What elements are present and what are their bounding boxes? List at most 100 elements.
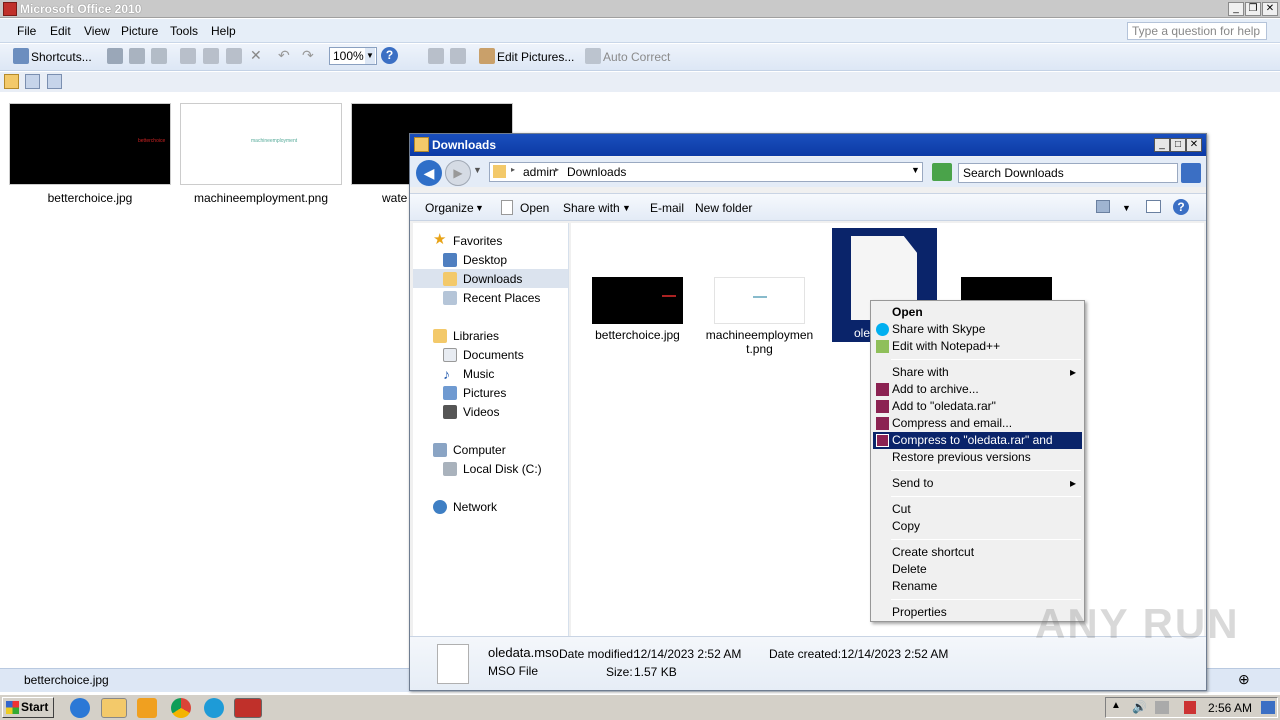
volume-icon[interactable]: 🔊 — [1132, 700, 1147, 714]
media-player-icon[interactable] — [137, 698, 157, 718]
save-icon[interactable] — [107, 48, 123, 64]
rotate-right-icon[interactable] — [450, 48, 466, 64]
ask-question-input[interactable]: Type a question for help — [1127, 22, 1267, 40]
edit-pictures-button[interactable]: Edit Pictures... — [497, 50, 574, 64]
nav-music[interactable]: ♪ Music — [443, 365, 494, 383]
nav-computer[interactable]: Computer — [433, 441, 506, 459]
menu-item-compress-rar-email[interactable]: Compress to "oledata.rar" and email — [873, 432, 1082, 464]
security-tray-icon[interactable] — [1184, 701, 1196, 714]
share-dropdown-icon[interactable]: ▼ — [622, 203, 631, 213]
start-button[interactable]: Start — [2, 697, 54, 718]
clock[interactable]: 2:56 AM — [1208, 701, 1252, 715]
shortcuts-button[interactable]: Shortcuts... — [31, 50, 92, 64]
print-icon[interactable] — [129, 48, 145, 64]
preview-pane-icon[interactable] — [1146, 200, 1161, 213]
organize-button[interactable]: Organize — [425, 201, 474, 215]
menu-file[interactable]: File — [17, 24, 36, 38]
recent-pages-dropdown-icon[interactable]: ▼ — [473, 165, 482, 175]
view-options-icon[interactable] — [1096, 200, 1110, 213]
email-icon[interactable] — [151, 48, 167, 64]
edge-icon[interactable] — [204, 698, 224, 718]
file-thumbnail-betterchoice[interactable] — [592, 277, 683, 324]
zoom-icon[interactable]: ⊕ — [1238, 671, 1250, 688]
email-button[interactable]: E-mail — [650, 201, 684, 215]
filmstrip-view-icon[interactable] — [25, 74, 40, 89]
thumbnail-betterchoice[interactable]: betterchoice — [9, 103, 171, 185]
menu-view[interactable]: View — [84, 24, 110, 38]
ie-icon[interactable] — [70, 698, 90, 718]
menu-item-restore-previous[interactable]: Restore previous versions — [873, 449, 1082, 466]
file-thumbnail-machineemployment[interactable] — [714, 277, 805, 324]
zoom-dropdown-icon[interactable]: ▼ — [365, 48, 375, 64]
menu-tools[interactable]: Tools — [170, 24, 198, 38]
close-button[interactable]: ✕ — [1262, 2, 1278, 16]
explorer-taskbar-icon[interactable] — [101, 698, 127, 718]
share-with-button[interactable]: Share with — [563, 201, 620, 215]
menu-item-compress-email[interactable]: Compress and email... — [873, 415, 1082, 432]
show-desktop-icon[interactable] — [1261, 701, 1275, 714]
menu-item-share-with-skype[interactable]: Share with Skype — [873, 321, 1082, 338]
menu-picture[interactable]: Picture — [121, 24, 158, 38]
help-icon[interactable]: ? — [381, 47, 398, 64]
nav-libraries[interactable]: Libraries — [433, 327, 499, 345]
menu-help[interactable]: Help — [211, 24, 236, 38]
redo-icon[interactable]: ↷ — [302, 47, 314, 64]
help-icon[interactable]: ? — [1173, 199, 1189, 215]
nav-videos[interactable]: Videos — [443, 403, 499, 421]
address-field[interactable]: ▸ admin ▸ Downloads ▼ — [489, 162, 923, 182]
search-icon[interactable] — [1181, 163, 1201, 183]
refresh-icon[interactable] — [932, 163, 952, 181]
file-name[interactable]: betterchoice.jpg — [581, 328, 694, 342]
view-dropdown-icon[interactable]: ▼ — [1122, 203, 1131, 213]
menu-edit[interactable]: Edit — [50, 24, 71, 38]
search-input[interactable]: Search Downloads — [958, 163, 1178, 183]
nav-network[interactable]: Network — [433, 498, 497, 516]
copy-icon[interactable] — [203, 48, 219, 64]
thumbnails-view-icon[interactable] — [4, 74, 19, 89]
address-dropdown-icon[interactable]: ▼ — [911, 165, 920, 175]
cut-icon[interactable] — [180, 48, 196, 64]
menu-item-open[interactable]: Open — [873, 304, 1082, 321]
single-picture-view-icon[interactable] — [47, 74, 62, 89]
back-button[interactable]: ◀ — [416, 160, 442, 186]
breadcrumb-downloads[interactable]: Downloads — [567, 165, 626, 179]
menu-item-send-to[interactable]: Send to ▸ — [873, 475, 1082, 492]
auto-correct-button[interactable]: Auto Correct — [603, 50, 670, 64]
nav-downloads[interactable]: Downloads — [443, 270, 522, 288]
undo-icon[interactable]: ↶ — [278, 47, 290, 64]
menu-item-copy[interactable]: Copy — [873, 518, 1082, 535]
explorer-close-button[interactable]: ✕ — [1186, 138, 1202, 152]
menu-item-share-with[interactable]: Share with ▸ — [873, 364, 1082, 381]
organize-dropdown-icon[interactable]: ▼ — [475, 203, 484, 213]
network-tray-icon[interactable] — [1155, 701, 1169, 714]
open-button[interactable]: Open — [520, 201, 549, 215]
menu-item-cut[interactable]: Cut — [873, 501, 1082, 518]
menu-item-edit-notepad[interactable]: Edit with Notepad++ — [873, 338, 1082, 355]
delete-icon[interactable]: ✕ — [250, 47, 262, 64]
new-folder-button[interactable]: New folder — [695, 201, 752, 215]
file-thumbnail-fourth[interactable] — [961, 277, 1052, 302]
forward-button[interactable]: ▶ — [445, 160, 471, 186]
menu-item-add-to-archive[interactable]: Add to archive... — [873, 381, 1082, 398]
nav-documents[interactable]: Documents — [443, 346, 524, 364]
menu-item-rename[interactable]: Rename — [873, 578, 1082, 595]
thumbnail-machineemployment[interactable]: machineemployment — [180, 103, 342, 185]
explorer-minimize-button[interactable]: _ — [1154, 138, 1170, 152]
nav-local-disk[interactable]: Local Disk (C:) — [443, 460, 542, 478]
nav-favorites[interactable]: ★ Favorites — [433, 231, 502, 250]
nav-desktop[interactable]: Desktop — [443, 251, 507, 269]
chrome-icon[interactable] — [171, 698, 191, 718]
rotate-left-icon[interactable] — [428, 48, 444, 64]
nav-pictures[interactable]: Pictures — [443, 384, 506, 402]
paste-icon[interactable] — [226, 48, 242, 64]
menu-item-delete[interactable]: Delete — [873, 561, 1082, 578]
breadcrumb-admin[interactable]: admin — [523, 165, 556, 179]
office-picture-manager-taskbar-icon[interactable] — [234, 698, 262, 718]
file-name[interactable]: machineemploymen t.png — [701, 328, 818, 356]
menu-item-add-to-rar[interactable]: Add to "oledata.rar" — [873, 398, 1082, 415]
restore-button[interactable]: ❐ — [1245, 2, 1261, 16]
minimize-button[interactable]: _ — [1228, 2, 1244, 16]
nav-recent-places[interactable]: Recent Places — [443, 289, 540, 307]
explorer-maximize-button[interactable]: □ — [1170, 138, 1186, 152]
menu-item-create-shortcut[interactable]: Create shortcut — [873, 544, 1082, 561]
